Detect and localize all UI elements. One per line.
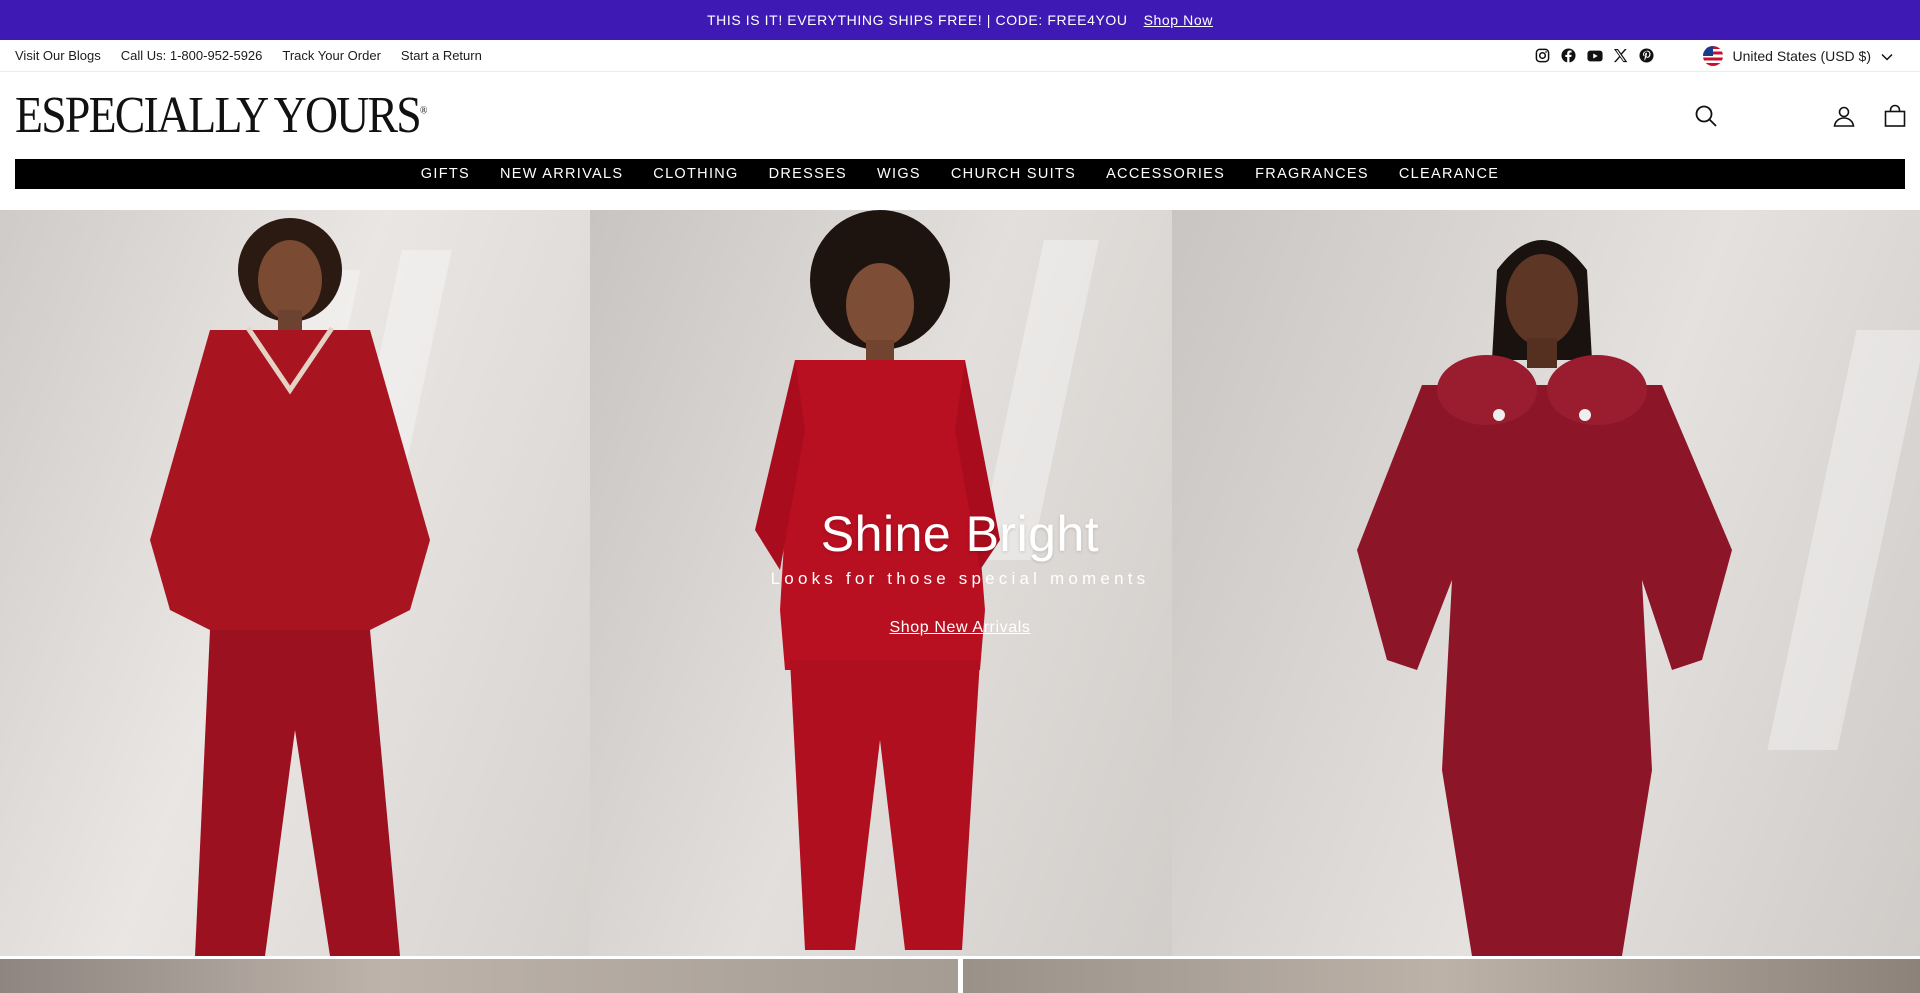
nav-item-accessories[interactable]: ACCESSORIES (1091, 166, 1240, 182)
utility-links: Visit Our Blogs Call Us: 1-800-952-5926 … (15, 48, 482, 63)
announcement-shop-now-link[interactable]: Shop Now (1144, 12, 1213, 28)
account-icon[interactable] (1830, 102, 1858, 130)
category-tile[interactable] (962, 959, 1920, 993)
visit-blogs-link[interactable]: Visit Our Blogs (15, 48, 101, 63)
social-links (1535, 48, 1655, 64)
utility-bar: Visit Our Blogs Call Us: 1-800-952-5926 … (0, 40, 1920, 72)
nav-item-new-arrivals[interactable]: NEW ARRIVALS (485, 166, 638, 182)
main-nav: GIFTS NEW ARRIVALS CLOTHING DRESSES WIGS… (15, 159, 1905, 189)
announcement-bar: THIS IS IT! EVERYTHING SHIPS FREE! | COD… (0, 0, 1920, 40)
us-flag-icon (1702, 45, 1723, 66)
track-order-link[interactable]: Track Your Order (282, 48, 381, 63)
announcement-text: THIS IS IT! EVERYTHING SHIPS FREE! | COD… (706, 12, 1128, 28)
start-return-link[interactable]: Start a Return (401, 48, 482, 63)
call-us-link[interactable]: Call Us: 1-800-952-5926 (121, 48, 263, 63)
nav-item-clearance[interactable]: CLEARANCE (1384, 166, 1514, 182)
cart-icon[interactable] (1881, 102, 1909, 130)
nav-item-fragrances[interactable]: FRAGRANCES (1240, 166, 1384, 182)
hero-subtitle: Looks for those special moments (770, 569, 1150, 588)
x-icon[interactable] (1613, 48, 1629, 64)
nav-item-dresses[interactable]: DRESSES (754, 166, 862, 182)
country-label: United States (USD $) (1732, 47, 1872, 64)
hero-text-block: Shine Bright Looks for those special mom… (0, 505, 1920, 637)
youtube-icon[interactable] (1586, 48, 1603, 64)
hero-banner[interactable]: Shine Bright Looks for those special mom… (0, 210, 1920, 956)
hero-title: Shine Bright (820, 506, 1100, 562)
utility-right: United States (USD $) (1535, 45, 1906, 66)
site-header: ESPECIALLY YOURS® (0, 72, 1920, 159)
chevron-down-icon (1881, 48, 1893, 64)
pinterest-icon[interactable] (1639, 48, 1655, 64)
search-icon[interactable] (1692, 102, 1720, 130)
country-selector[interactable]: United States (USD $) (1702, 45, 1894, 66)
header-icons (1692, 102, 1906, 130)
nav-item-gifts[interactable]: GIFTS (406, 166, 485, 182)
site-logo[interactable]: ESPECIALLY YOURS® (15, 89, 427, 142)
instagram-icon[interactable] (1535, 48, 1551, 64)
shop-new-arrivals-link[interactable]: Shop New Arrivals (890, 619, 1031, 637)
nav-item-church-suits[interactable]: CHURCH SUITS (936, 166, 1091, 182)
category-tile[interactable] (0, 959, 958, 993)
nav-item-clothing[interactable]: CLOTHING (638, 166, 753, 182)
nav-item-wigs[interactable]: WIGS (862, 166, 936, 182)
category-tiles-preview (0, 959, 1920, 993)
facebook-icon[interactable] (1561, 48, 1577, 64)
